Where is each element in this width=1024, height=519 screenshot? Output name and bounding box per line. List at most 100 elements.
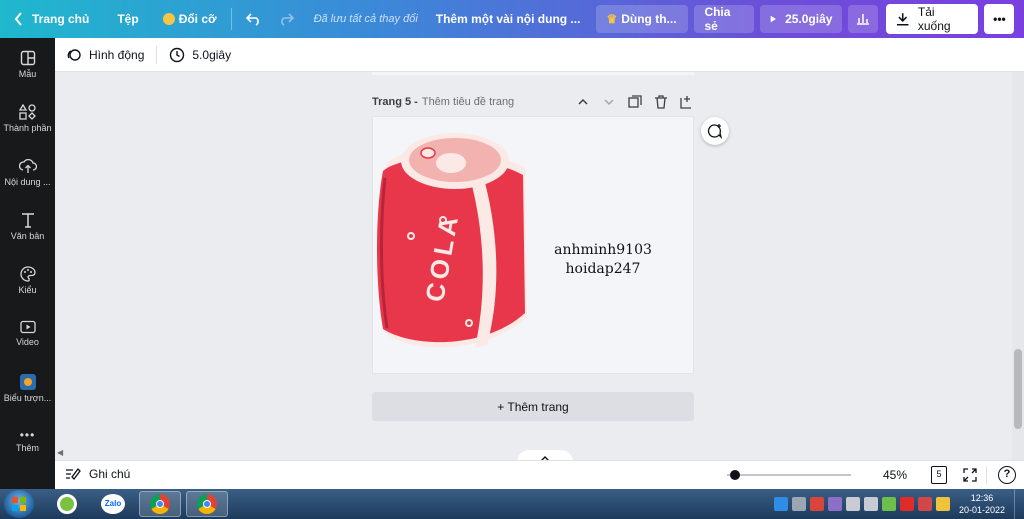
zoom-slider[interactable]: [727, 470, 851, 480]
try-pro-button[interactable]: ♛ Dùng th...: [596, 5, 689, 33]
taskbar-app-chrome-2[interactable]: [186, 491, 228, 517]
crown-icon: [162, 13, 175, 25]
notes-label: Ghi chú: [89, 467, 131, 481]
insights-button[interactable]: [848, 5, 879, 33]
clock-time: 12:36: [970, 493, 994, 503]
tray-shield-icon[interactable]: [810, 497, 824, 511]
play-icon: [771, 15, 777, 23]
page-title-input[interactable]: Thêm tiêu đề trang: [422, 96, 514, 108]
notes-icon: [66, 468, 81, 480]
taskbar-app-chrome-1[interactable]: [139, 491, 181, 517]
taskbar-app-coccoc[interactable]: [46, 491, 88, 517]
sidebar-item-templates[interactable]: Mẫu: [0, 50, 55, 79]
tray-network-icon[interactable]: [864, 497, 878, 511]
windows-logo-icon: [12, 497, 26, 511]
sidebar-item-label: Thành phần: [3, 123, 52, 133]
redo-button[interactable]: [270, 0, 302, 38]
page-number-label: Trang 5 -: [372, 96, 418, 108]
download-button[interactable]: Tải xuống: [886, 4, 979, 34]
document-title[interactable]: Thêm một vài nội dung ...: [428, 0, 589, 38]
saved-status: Đã lưu tất cả thay đổi: [313, 13, 418, 25]
undo-button[interactable]: [238, 0, 270, 38]
add-comment-button[interactable]: [701, 117, 729, 145]
sidebar-item-video[interactable]: Video: [0, 320, 55, 347]
sidebar-item-elements[interactable]: Thành phần: [0, 104, 55, 133]
sidebar-item-styles[interactable]: Kiểu: [0, 266, 55, 295]
divider: [230, 8, 232, 30]
sidebar-item-label: Video: [16, 337, 39, 347]
sidebar-item-text[interactable]: Văn bản: [0, 212, 55, 241]
chevron-up-icon[interactable]: [576, 95, 590, 109]
tray-pen-icon[interactable]: [828, 497, 842, 511]
collapse-handle[interactable]: [517, 450, 573, 460]
cola-can-illustration[interactable]: COLA: [375, 123, 535, 363]
tray-volume-icon[interactable]: [846, 497, 860, 511]
help-button[interactable]: ?: [998, 466, 1016, 484]
show-desktop-button[interactable]: [1014, 489, 1024, 519]
clock-icon: [170, 47, 185, 62]
help-icon: ?: [1003, 468, 1011, 480]
try-pro-label: Dùng th...: [621, 12, 677, 26]
sidebar-item-label: Thêm: [15, 443, 39, 453]
share-button[interactable]: Chia sẻ: [694, 5, 755, 33]
notes-button[interactable]: Ghi chú: [65, 467, 130, 481]
logo-icon: [19, 374, 36, 390]
tray-zalo-icon[interactable]: [774, 497, 788, 511]
clock[interactable]: 12:36 20-01-2022: [956, 492, 1008, 516]
add-page-icon[interactable]: [680, 95, 694, 109]
sidebar-item-more[interactable]: ••• Thêm: [0, 428, 55, 453]
trash-icon[interactable]: [654, 95, 668, 109]
windows-taskbar: Zalo 12:36 20-01-2022: [0, 489, 1024, 519]
video-icon: [19, 320, 36, 334]
download-icon: [897, 13, 909, 26]
editor-canvas[interactable]: Trang 5 - Thêm tiêu đề trang COLA anhmin: [55, 72, 1012, 460]
zoom-slider-thumb[interactable]: [730, 470, 740, 480]
fullscreen-icon[interactable]: [963, 468, 977, 482]
zoom-value[interactable]: 45%: [883, 468, 907, 482]
page-header: Trang 5 - Thêm tiêu đề trang: [372, 94, 694, 110]
scroll-left-icon[interactable]: ◀: [57, 448, 63, 457]
undo-icon: [245, 13, 259, 26]
home-button[interactable]: Trang chủ: [0, 0, 97, 38]
duration-button[interactable]: 5.0giây: [169, 47, 231, 63]
page-count-button[interactable]: 5: [931, 466, 947, 484]
resize-button[interactable]: Đổi cỡ: [155, 0, 225, 38]
sidebar-item-label: Biểu tượn...: [3, 393, 52, 403]
text-icon: [21, 213, 34, 228]
text-box[interactable]: anhminh9103 hoidap247: [543, 241, 663, 279]
present-button[interactable]: 25.0giây: [760, 5, 843, 33]
page-count: 5: [936, 469, 942, 479]
scrollbar-thumb[interactable]: [1014, 349, 1022, 429]
vertical-scrollbar[interactable]: [1012, 72, 1024, 460]
animate-button[interactable]: Hình động: [67, 48, 144, 62]
duplicate-icon[interactable]: [628, 95, 642, 109]
text-line-2: hoidap247: [565, 261, 641, 277]
tray-vietkey-icon[interactable]: [900, 497, 914, 511]
more-icon: •••: [19, 428, 36, 442]
start-button[interactable]: [4, 490, 34, 518]
download-label: Tải xuống: [917, 5, 951, 33]
duration-label: 5.0giây: [192, 47, 232, 62]
zalo-label: Zalo: [104, 499, 122, 508]
design-page[interactable]: COLA anhminh9103 hoidap247: [372, 116, 694, 374]
add-page-button[interactable]: + Thêm trang: [372, 392, 694, 421]
chrome-icon: [197, 494, 217, 514]
element-toolbar: Hình động 5.0giây: [55, 38, 1024, 72]
sidebar-item-uploads[interactable]: Nội dung ...: [0, 158, 55, 187]
more-options-button[interactable]: •••: [984, 4, 1015, 34]
tray-unikey-icon[interactable]: [918, 497, 932, 511]
sidebar-item-logos[interactable]: Biểu tượn...: [0, 374, 55, 403]
chrome-icon: [150, 494, 170, 514]
resize-label: Đổi cỡ: [178, 12, 217, 26]
more-dots-icon: •••: [993, 12, 1006, 26]
sidebar-item-label: Nội dung ...: [4, 177, 51, 187]
taskbar-app-zalo[interactable]: Zalo: [92, 491, 134, 517]
comment-add-icon: [707, 124, 723, 139]
bottom-toolbar: Ghi chú 45% 5 ?: [55, 460, 1024, 489]
file-menu[interactable]: Tệp: [109, 0, 146, 38]
tray-update-icon[interactable]: [936, 497, 950, 511]
tray-app-icon[interactable]: [792, 497, 806, 511]
tray-battery-icon[interactable]: [882, 497, 896, 511]
chevron-down-icon[interactable]: [602, 95, 616, 109]
left-sidebar: Mẫu Thành phần Nội dung ... Văn bản Kiểu…: [0, 38, 55, 489]
